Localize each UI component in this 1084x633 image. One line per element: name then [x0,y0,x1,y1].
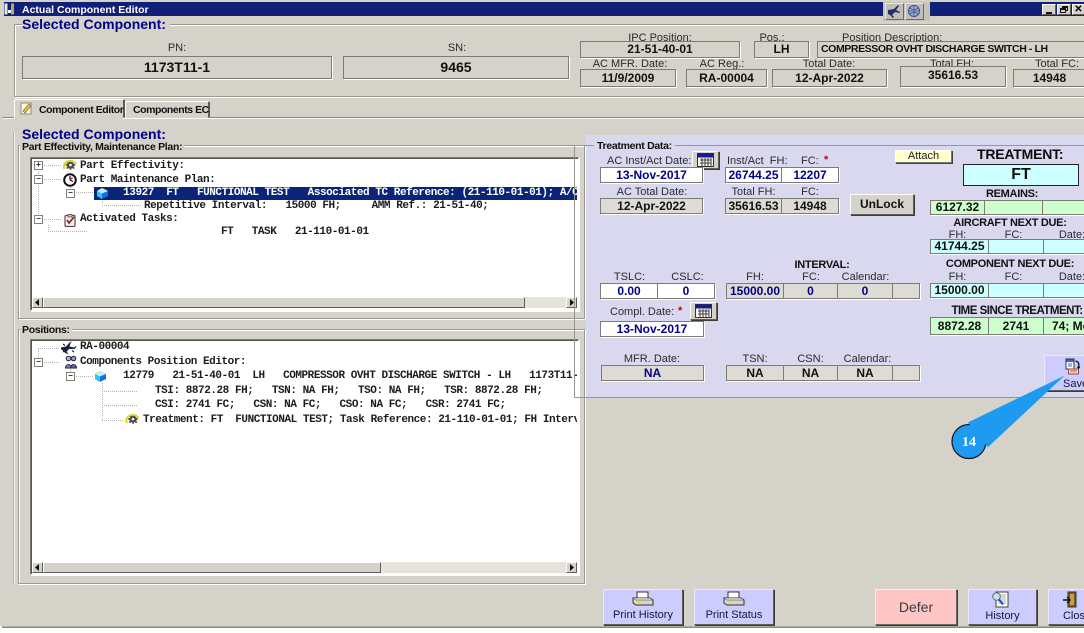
svg-text:14: 14 [962,435,976,450]
